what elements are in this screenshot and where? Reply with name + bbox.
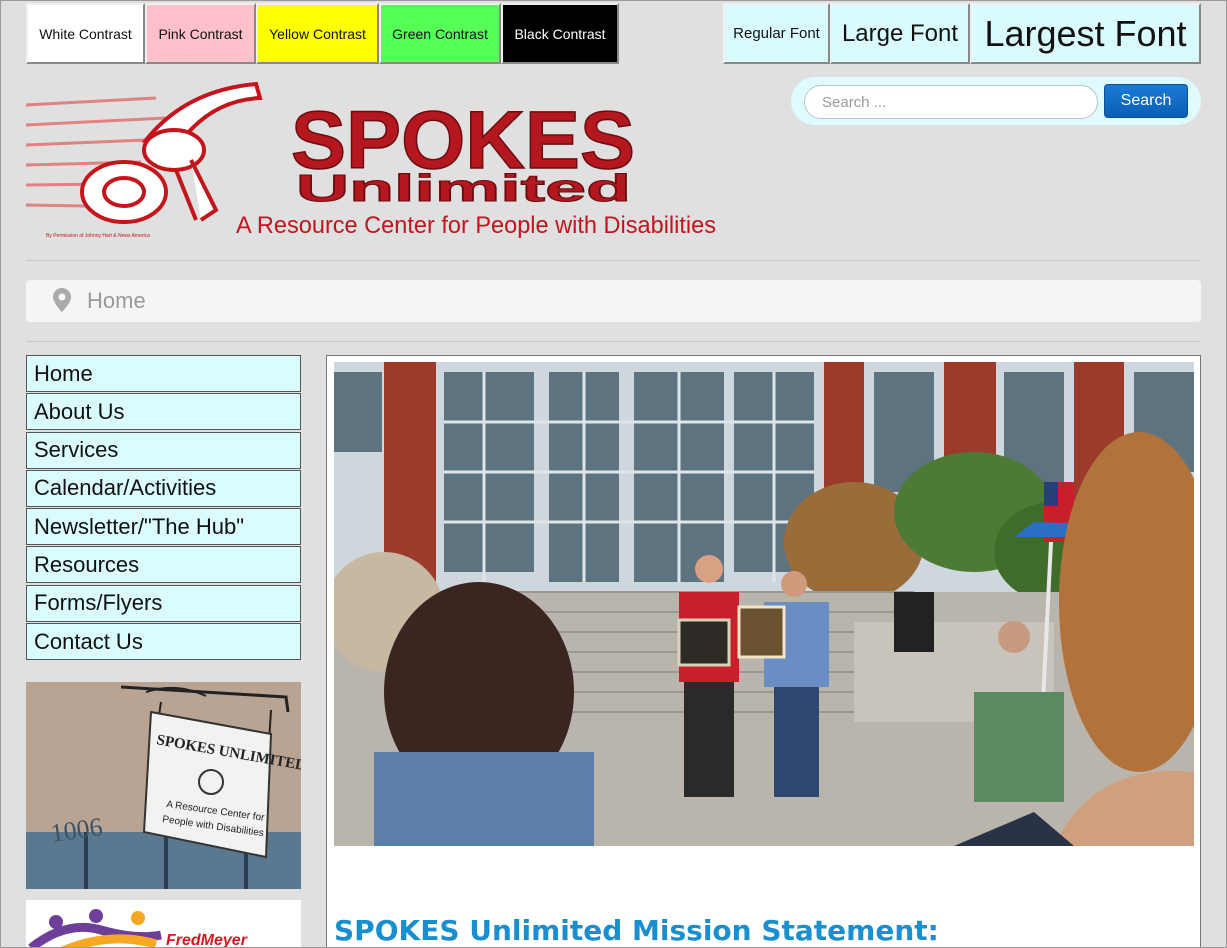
- divider: [26, 341, 1201, 342]
- menu-item-forms[interactable]: Forms/Flyers: [26, 584, 301, 622]
- menu-item-contact-us[interactable]: Contact Us: [26, 623, 301, 661]
- breadcrumb-current[interactable]: Home: [87, 288, 146, 314]
- menu-item-services[interactable]: Services: [26, 431, 301, 469]
- main-content: SPOKES Unlimited Mission Statement:: [326, 355, 1201, 948]
- menu-item-label: About Us: [34, 398, 125, 424]
- largest-font-label: Largest Font: [984, 12, 1187, 54]
- svg-text:Unlimited: Unlimited: [296, 168, 631, 210]
- pink-contrast-button[interactable]: Pink Contrast: [145, 3, 256, 64]
- storefront-sign-image: SPOKES UNLIMITED A Resource Center for P…: [26, 682, 301, 889]
- menu-item-label: Contact Us: [34, 628, 143, 654]
- sponsor-logo[interactable]: FredMeyer: [26, 900, 301, 948]
- site-logo[interactable]: By Permission of Johnny Hart & News Amer…: [25, 80, 726, 242]
- black-contrast-label: Black Contrast: [514, 25, 606, 42]
- menu-item-label: Resources: [34, 551, 140, 577]
- menu-item-newsletter[interactable]: Newsletter/"The Hub": [26, 508, 301, 546]
- search-button[interactable]: Search: [1104, 84, 1188, 118]
- main-menu: Home About Us Services Calendar/Activiti…: [26, 355, 301, 661]
- yellow-contrast-label: Yellow Contrast: [269, 25, 366, 42]
- menu-item-label: Calendar/Activities: [34, 475, 217, 501]
- menu-item-resources[interactable]: Resources: [26, 546, 301, 584]
- menu-item-about-us[interactable]: About Us: [26, 393, 301, 431]
- green-contrast-label: Green Contrast: [392, 25, 488, 42]
- large-font-button[interactable]: Large Font: [830, 3, 970, 64]
- regular-font-button[interactable]: Regular Font: [723, 3, 830, 64]
- white-contrast-button[interactable]: White Contrast: [26, 3, 145, 64]
- largest-font-button[interactable]: Largest Font: [970, 3, 1201, 64]
- menu-item-label: Services: [34, 437, 119, 463]
- search-button-label: Search: [1120, 92, 1172, 109]
- large-font-label: Large Font: [841, 19, 959, 47]
- green-contrast-button[interactable]: Green Contrast: [379, 3, 501, 64]
- menu-item-label: Newsletter/"The Hub": [34, 513, 245, 539]
- menu-item-home[interactable]: Home: [26, 355, 301, 392]
- event-photo: [334, 362, 1194, 846]
- svg-text:By Permission of Johnny Hart &: By Permission of Johnny Hart & News Amer…: [46, 233, 150, 239]
- pink-contrast-label: Pink Contrast: [158, 25, 243, 42]
- menu-item-calendar[interactable]: Calendar/Activities: [26, 469, 301, 507]
- white-contrast-label: White Contrast: [39, 25, 132, 42]
- menu-item-label: Home: [34, 360, 93, 386]
- mission-statement-heading: SPOKES Unlimited Mission Statement:: [334, 914, 939, 947]
- map-marker-icon: [53, 288, 71, 317]
- regular-font-label: Regular Font: [733, 25, 820, 42]
- black-contrast-button[interactable]: Black Contrast: [501, 3, 619, 64]
- svg-text:A Resource Center for People w: A Resource Center for People with Disabi…: [236, 212, 716, 239]
- search-input[interactable]: [804, 85, 1098, 119]
- divider: [26, 260, 1201, 261]
- yellow-contrast-button[interactable]: Yellow Contrast: [256, 3, 379, 64]
- svg-text:FredMeyer: FredMeyer: [166, 932, 248, 948]
- breadcrumb: Home: [26, 280, 1201, 322]
- menu-item-label: Forms/Flyers: [34, 590, 163, 616]
- spokes-wheelchair-logo-icon: By Permission of Johnny Hart & News Amer…: [25, 81, 716, 239]
- search-form: Search: [791, 77, 1201, 125]
